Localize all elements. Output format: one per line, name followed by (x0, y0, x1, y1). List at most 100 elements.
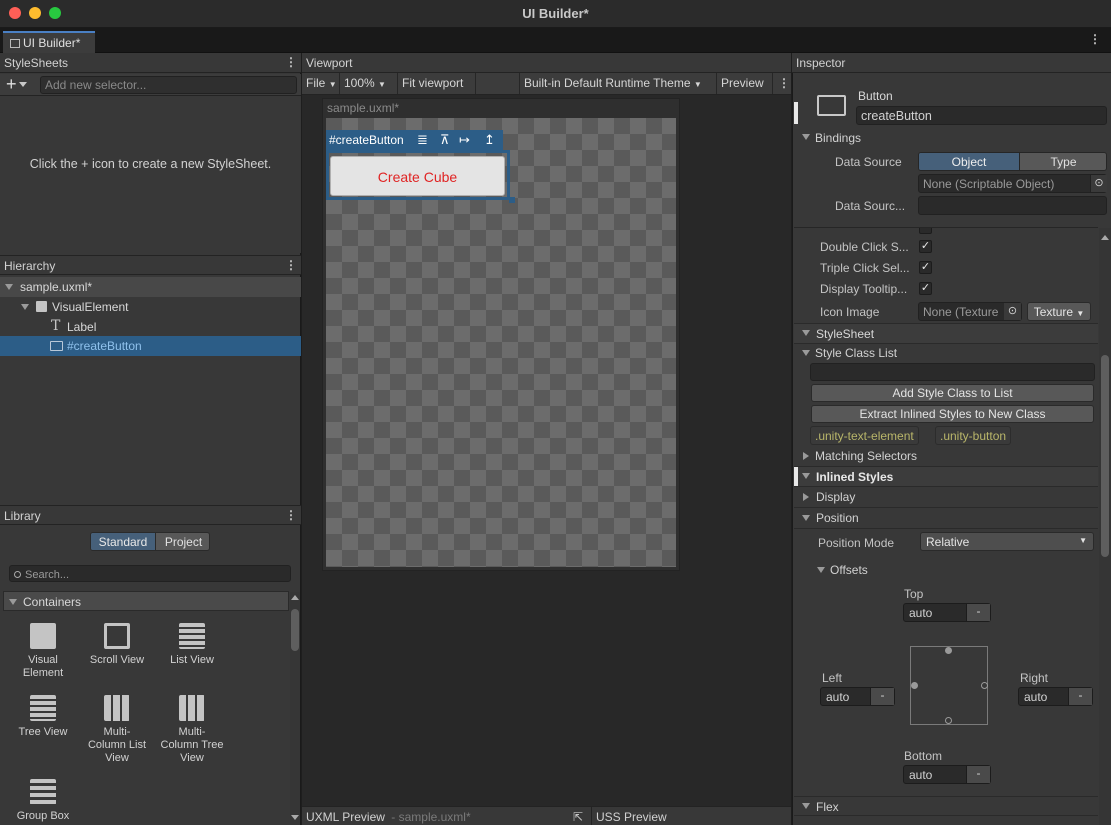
library-item-list-view[interactable]: List View (160, 623, 224, 667)
offsets-header[interactable]: Offsets (810, 561, 1010, 579)
hierarchy-item-label-element[interactable]: T Label (0, 317, 301, 337)
fold-open-icon[interactable] (5, 284, 13, 290)
data-source-path-field[interactable] (918, 196, 1107, 215)
stylesheet-section-title: StyleSheet (816, 327, 875, 341)
fold-open-icon[interactable] (802, 134, 810, 140)
library-item-group-box[interactable]: Group Box (11, 779, 75, 823)
top-anchor[interactable] (945, 647, 952, 654)
library-item-visual-element[interactable]: Visual Element (11, 623, 75, 680)
fit-viewport-button[interactable]: Fit viewport (398, 73, 476, 94)
fold-open-icon[interactable] (802, 473, 810, 479)
library-tab-standard[interactable]: Standard (91, 533, 155, 550)
add-selector-input[interactable]: Add new selector... (40, 76, 297, 94)
viewport-menu-icon[interactable]: ⋮ (778, 77, 790, 91)
attr-checkbox-triple-click[interactable]: ✓ (919, 261, 932, 274)
left-anchor[interactable] (911, 682, 918, 689)
position-section-header[interactable]: Position (794, 509, 1098, 529)
offset-left-unit[interactable]: - (870, 688, 894, 705)
library-item-label: Tree View (18, 726, 68, 738)
data-source-object-field[interactable]: None (Scriptable Object) (918, 174, 1107, 193)
fold-open-icon[interactable] (802, 515, 810, 521)
icon-image-picker-icon[interactable]: ⊙ (1004, 303, 1021, 320)
library-search-input[interactable]: Search... (9, 565, 291, 582)
inspector-scrollbar[interactable] (1099, 228, 1111, 825)
offset-right-unit[interactable]: - (1068, 688, 1092, 705)
offset-left-field[interactable]: auto - (820, 687, 895, 706)
resize-handle[interactable] (509, 197, 515, 203)
fold-closed-icon[interactable] (803, 452, 809, 460)
library-item-tree-view[interactable]: Tree View (11, 695, 75, 739)
file-menu[interactable]: File ▼ (302, 73, 340, 94)
inspector-scroll-thumb[interactable] (1101, 355, 1109, 557)
hierarchy-item-createbutton[interactable]: #createButton (0, 336, 301, 356)
library-menu-icon[interactable]: ⋮ (285, 509, 297, 523)
offset-right-field[interactable]: auto - (1018, 687, 1093, 706)
open-external-icon[interactable]: ⇱ (573, 810, 583, 824)
offset-top-field[interactable]: auto - (903, 603, 991, 622)
fold-open-icon[interactable] (802, 330, 810, 336)
bindings-section-header[interactable]: Bindings (794, 128, 1098, 148)
offset-top-unit[interactable]: - (966, 604, 990, 621)
position-mode-dropdown[interactable]: Relative ▼ (920, 532, 1094, 551)
data-source-object-option[interactable]: Object (919, 153, 1019, 170)
align-middle-icon[interactable]: ⊼ (440, 132, 450, 148)
partial-checkbox[interactable] (919, 228, 932, 234)
library-item-scroll-view[interactable]: Scroll View (85, 623, 149, 667)
library-category-containers[interactable]: Containers (3, 591, 289, 611)
icon-image-type-dropdown[interactable]: Texture ▼ (1027, 302, 1091, 321)
inlined-styles-section-header[interactable]: Inlined Styles (794, 466, 1098, 487)
fold-open-icon[interactable] (802, 803, 810, 809)
scroll-up-icon[interactable] (291, 595, 299, 600)
fold-open-icon[interactable] (802, 350, 810, 356)
hierarchy-root-row[interactable]: sample.uxml* (0, 277, 301, 297)
add-style-class-button[interactable]: Add Style Class to List (811, 384, 1094, 402)
zoom-menu[interactable]: 100% ▼ (340, 73, 398, 94)
stylesheets-menu-icon[interactable]: ⋮ (285, 56, 297, 70)
flex-section-header[interactable]: Flex (794, 796, 1098, 816)
preview-button[interactable]: Preview (717, 73, 773, 94)
theme-menu[interactable]: Built-in Default Runtime Theme ▼ (519, 73, 717, 94)
matching-selectors-header[interactable]: Matching Selectors (794, 447, 1098, 465)
library-tab-project[interactable]: Project (155, 533, 209, 550)
object-picker-icon[interactable]: ⊙ (1090, 175, 1107, 192)
library-scroll-thumb[interactable] (291, 609, 299, 651)
stretch-height-icon[interactable]: ↥ (484, 132, 495, 148)
style-class-input[interactable] (810, 363, 1095, 381)
hierarchy-title: Hierarchy (4, 259, 56, 273)
hierarchy-menu-icon[interactable]: ⋮ (285, 259, 297, 273)
fold-open-icon[interactable] (817, 567, 825, 573)
attr-checkbox-double-click[interactable]: ✓ (919, 240, 932, 253)
bottom-anchor[interactable] (945, 717, 952, 724)
stretch-width-icon[interactable]: ↦ (459, 132, 470, 148)
fold-closed-icon[interactable] (803, 493, 809, 501)
uxml-preview-tab[interactable]: UXML Preview - sample.uxml* (306, 810, 471, 824)
uss-preview-tab[interactable]: USS Preview (596, 810, 667, 824)
extract-inlined-styles-button[interactable]: Extract Inlined Styles to New Class (811, 405, 1094, 423)
create-cube-button[interactable]: Create Cube (330, 156, 505, 196)
fold-open-icon[interactable] (21, 304, 29, 310)
flex-label: Flex (816, 800, 839, 814)
offset-bottom-field[interactable]: auto - (903, 765, 991, 784)
right-anchor[interactable] (981, 682, 988, 689)
align-center-icon[interactable]: ≣ (417, 132, 428, 148)
display-section-header[interactable]: Display (794, 488, 1098, 508)
offset-bottom-unit[interactable]: - (966, 766, 990, 783)
library-item-multi-column-tree-view[interactable]: Multi-Column Tree View (160, 695, 224, 765)
library-tab-group: Standard Project (90, 532, 210, 551)
data-source-type-option[interactable]: Type (1019, 153, 1106, 170)
add-stylesheet-button[interactable]: + (6, 74, 36, 95)
fold-open-icon[interactable] (9, 599, 17, 605)
attr-checkbox-display-tooltip[interactable]: ✓ (919, 282, 932, 295)
stylesheet-section-header[interactable]: StyleSheet (794, 323, 1098, 344)
library-item-multi-column-list-view[interactable]: Multi-Column List View (85, 695, 149, 765)
class-tag-text-element[interactable]: .unity-text-element (810, 426, 919, 445)
class-tag-button[interactable]: .unity-button (935, 426, 1012, 445)
library-scrollbar[interactable] (290, 592, 300, 825)
style-class-list-header[interactable]: Style Class List (794, 345, 1098, 363)
scroll-up-icon[interactable] (1101, 235, 1109, 240)
element-name-field[interactable]: createButton (856, 106, 1107, 125)
scroll-down-icon[interactable] (291, 815, 299, 820)
hierarchy-item-visualelement[interactable]: VisualElement (0, 297, 301, 317)
window-menu-icon[interactable]: ⋮ (1089, 33, 1101, 47)
tab-ui-builder[interactable]: UI Builder* (3, 31, 95, 53)
